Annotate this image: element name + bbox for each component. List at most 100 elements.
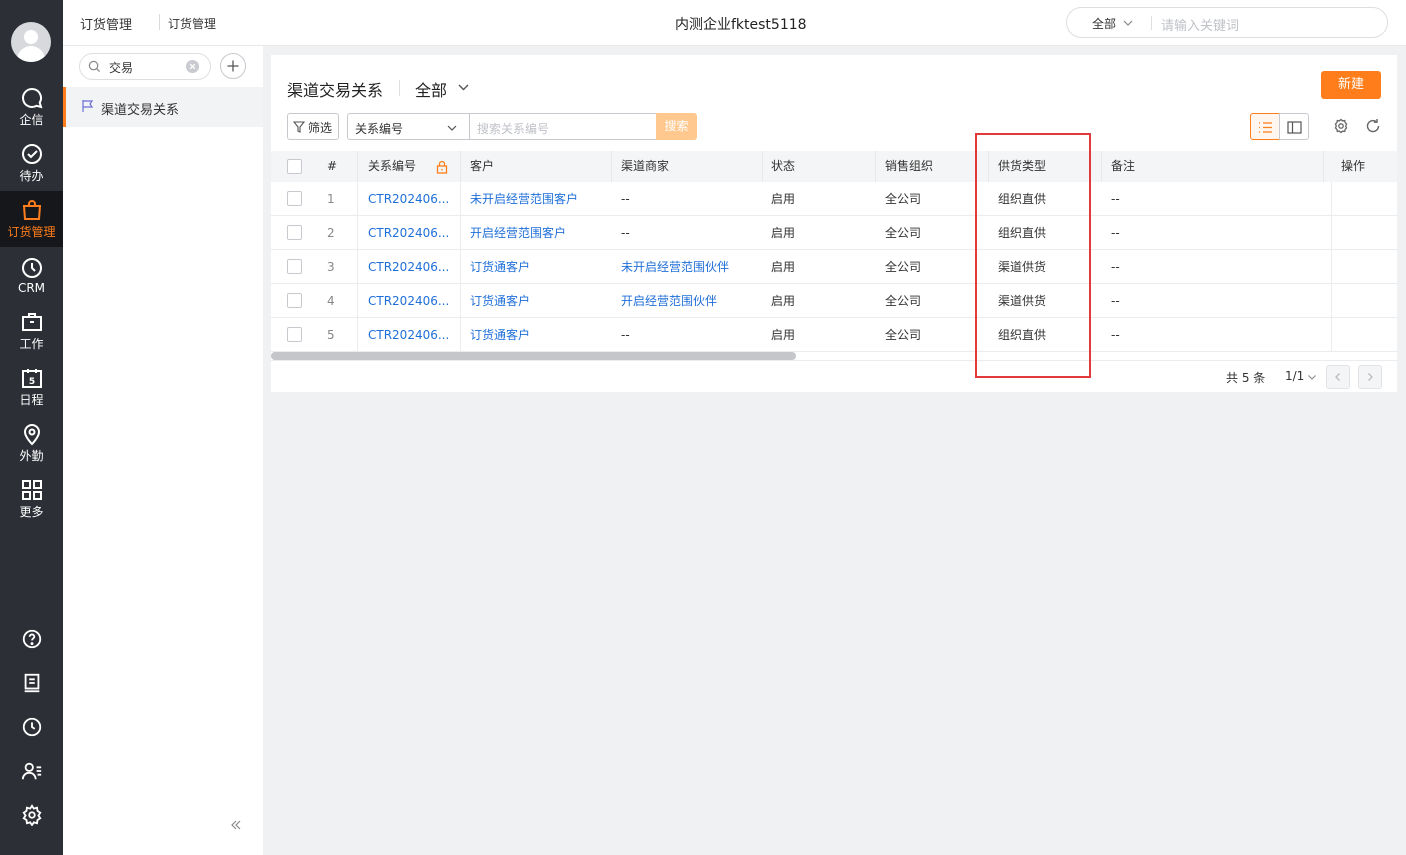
search-field-select[interactable]: 关系编号 [347, 113, 469, 140]
status-cell: 启用 [771, 260, 796, 274]
sidebar-search-input[interactable]: 交易 [79, 53, 211, 80]
partner-link[interactable]: 开启经营范围伙伴 [621, 284, 717, 318]
horizontal-scrollbar[interactable] [271, 352, 796, 360]
row-checkbox[interactable] [287, 225, 302, 240]
new-button[interactable]: 新建 [1321, 71, 1381, 99]
column-header-sales-org[interactable]: 销售组织 [885, 151, 933, 182]
breadcrumb-app[interactable]: 订货管理 [80, 14, 132, 33]
main-nav: 企信 待办 订货管理 CRM 工作 5 日程 外勤 更多 [0, 0, 63, 855]
nav-label: 更多 [19, 505, 44, 519]
pagination-total: 共 5 条 [1226, 371, 1266, 385]
partner-link[interactable]: 未开启经营范围伙伴 [621, 250, 729, 284]
nav-item-messages[interactable]: 企信 [0, 79, 63, 135]
column-header-actions: 操作 [1341, 159, 1366, 173]
clear-icon[interactable] [185, 59, 200, 74]
row-checkbox[interactable] [287, 191, 302, 206]
notes-button[interactable] [0, 663, 63, 703]
history-icon [22, 717, 41, 737]
partner-cell: -- [621, 192, 630, 206]
status-cell: 启用 [771, 294, 796, 308]
sales-org-cell: 全公司 [885, 226, 922, 240]
remark-cell: -- [1111, 260, 1120, 274]
relation-code-link[interactable]: CTR202406... [368, 250, 450, 284]
chat-icon [21, 87, 42, 109]
location-pin-icon [23, 424, 40, 446]
global-search[interactable]: 全部 请输入关键词 [1066, 7, 1388, 38]
global-search-input[interactable]: 请输入关键词 [1161, 15, 1239, 34]
nav-item-more[interactable]: 更多 [0, 471, 63, 527]
customer-link[interactable]: 开启经营范围客户 [470, 216, 566, 250]
nav-item-work[interactable]: 工作 [0, 303, 63, 359]
column-header-remark[interactable]: 备注 [1111, 151, 1135, 182]
collapse-left-icon[interactable] [229, 818, 243, 832]
sidebar-item-label: 渠道交易关系 [101, 103, 180, 118]
nav-label: 外勤 [19, 449, 44, 463]
customer-link[interactable]: 订货通客户 [470, 284, 530, 318]
chevron-left-icon [1335, 373, 1340, 381]
table-row[interactable]: 2 CTR202406... 开启经营范围客户 -- 启用 全公司 组织直供 -… [271, 216, 1397, 250]
sales-org-cell: 全公司 [885, 328, 922, 342]
avatar[interactable] [11, 22, 51, 62]
nav-item-crm[interactable]: CRM [0, 247, 63, 303]
relation-code-link[interactable]: CTR202406... [368, 318, 450, 352]
customer-link[interactable]: 订货通客户 [470, 318, 530, 352]
refresh-icon[interactable] [1365, 118, 1381, 134]
column-header-code[interactable]: 关系编号 [368, 151, 416, 182]
search-field-label: 关系编号 [355, 122, 404, 136]
sidebar-item-channel-trade-relation[interactable]: 渠道交易关系 [63, 87, 263, 127]
settings-icon[interactable] [1333, 118, 1349, 134]
row-index: 2 [327, 226, 335, 240]
column-divider [357, 182, 358, 352]
search-button[interactable]: 搜索 [656, 113, 697, 140]
select-all-checkbox[interactable] [287, 159, 302, 174]
table-row[interactable]: 5 CTR202406... 订货通客户 -- 启用 全公司 组织直供 -- [271, 318, 1397, 352]
help-icon [22, 629, 41, 649]
page-select[interactable]: 1/1 [1285, 369, 1304, 383]
chevron-down-icon [1123, 20, 1133, 26]
column-header-status[interactable]: 状态 [771, 151, 795, 182]
chevron-down-icon[interactable] [457, 81, 470, 94]
record-search-input[interactable]: 搜索关系编号 [469, 113, 657, 140]
customer-link[interactable]: 未开启经营范围客户 [470, 182, 578, 216]
column-header-customer[interactable]: 客户 [470, 151, 494, 182]
nav-item-schedule[interactable]: 5 日程 [0, 359, 63, 415]
column-header-partner[interactable]: 渠道商家 [621, 151, 669, 182]
row-checkbox[interactable] [287, 293, 302, 308]
prev-page-button[interactable] [1326, 365, 1350, 389]
contacts-button[interactable] [0, 751, 63, 791]
row-checkbox[interactable] [287, 327, 302, 342]
settings-button[interactable] [0, 795, 63, 835]
sales-org-cell: 全公司 [885, 294, 922, 308]
relation-code-link[interactable]: CTR202406... [368, 182, 450, 216]
table-row[interactable]: 3 CTR202406... 订货通客户 未开启经营范围伙伴 启用 全公司 渠道… [271, 250, 1397, 284]
history-button[interactable] [0, 707, 63, 747]
row-index: 3 [327, 260, 335, 274]
partner-cell: -- [621, 328, 630, 342]
nav-label: 工作 [19, 337, 44, 351]
table-row[interactable]: 1 CTR202406... 未开启经营范围客户 -- 启用 全公司 组织直供 … [271, 182, 1397, 216]
row-checkbox[interactable] [287, 259, 302, 274]
nav-item-order-management[interactable]: 订货管理 [0, 191, 63, 247]
next-page-button[interactable] [1358, 365, 1382, 389]
search-placeholder: 搜索关系编号 [477, 122, 550, 136]
filter-button[interactable]: 筛选 [287, 113, 339, 140]
list-view-button[interactable] [1250, 113, 1280, 140]
nav-item-field[interactable]: 外勤 [0, 415, 63, 471]
top-header: 订货管理 订货管理 内测企业fktest5118 全部 请输入关键词 [63, 0, 1406, 46]
split-view-button[interactable] [1279, 113, 1309, 140]
nav-item-todo[interactable]: 待办 [0, 135, 63, 191]
relation-code-link[interactable]: CTR202406... [368, 216, 450, 250]
breadcrumb-page[interactable]: 订货管理 [168, 15, 216, 32]
add-icon[interactable] [220, 53, 246, 79]
column-divider [1331, 182, 1332, 352]
column-divider [357, 151, 358, 182]
notebook-icon [24, 673, 39, 693]
relation-code-link[interactable]: CTR202406... [368, 284, 450, 318]
help-button[interactable] [0, 619, 63, 659]
scope-select[interactable]: 全部 [415, 77, 447, 101]
nav-label: 企信 [19, 113, 44, 127]
search-scope-select[interactable]: 全部 [1092, 15, 1116, 32]
table-row[interactable]: 4 CTR202406... 订货通客户 开启经营范围伙伴 启用 全公司 渠道供… [271, 284, 1397, 318]
customer-link[interactable]: 订货通客户 [470, 250, 530, 284]
chevron-down-icon[interactable] [1307, 372, 1317, 382]
